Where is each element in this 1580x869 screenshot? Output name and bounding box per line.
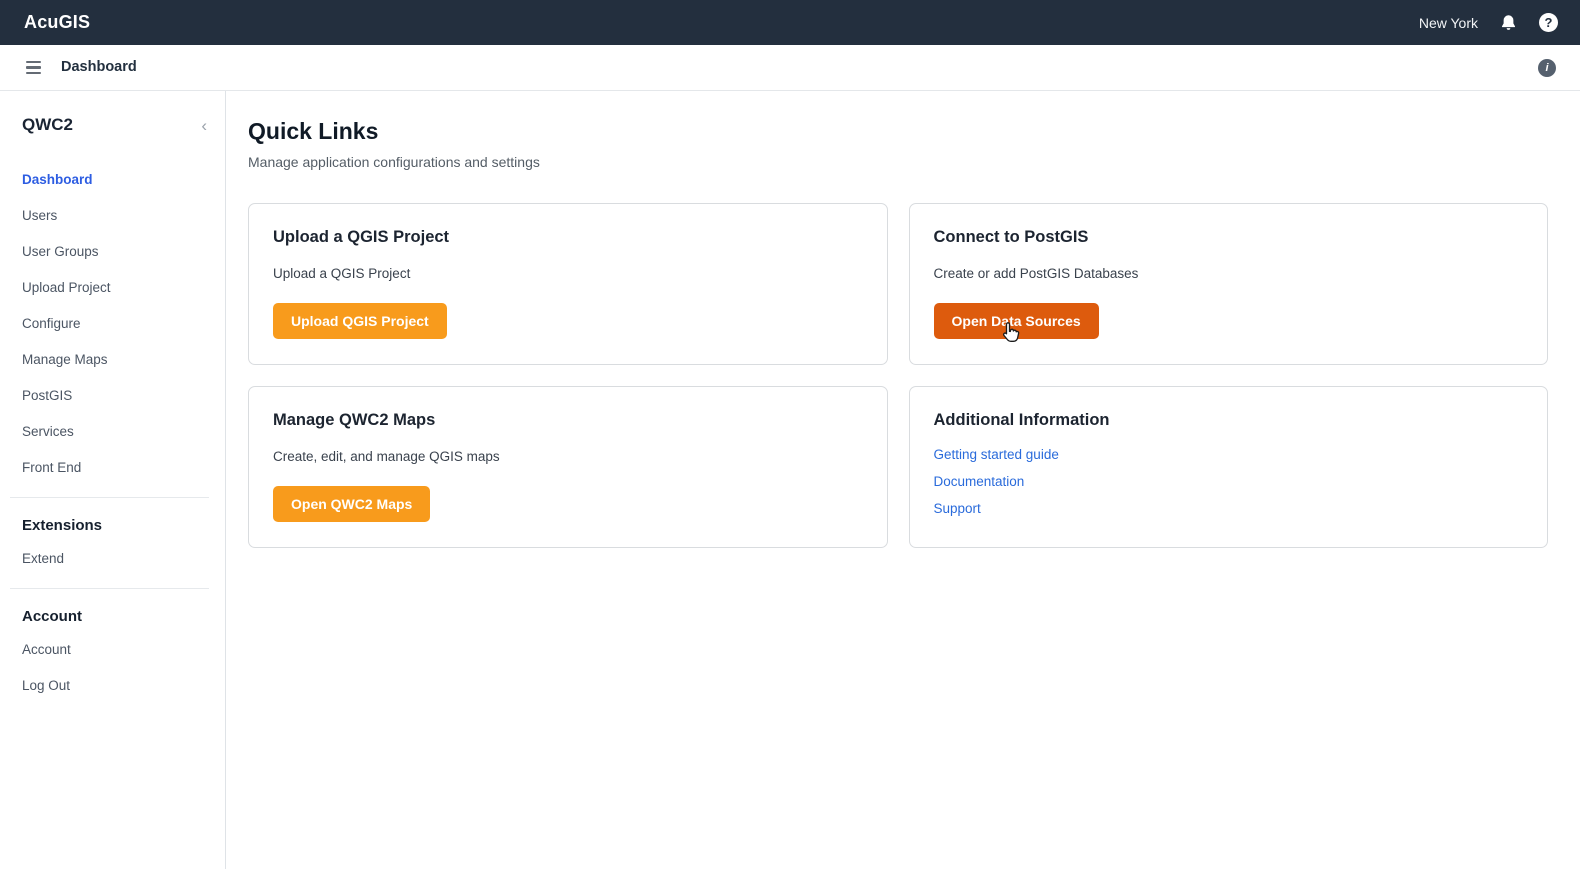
sidebar-divider <box>10 588 209 589</box>
card-description: Create or add PostGIS Databases <box>934 266 1524 281</box>
sidebar-item-upload-project[interactable]: Upload Project <box>22 269 211 305</box>
sidebar-item-user-groups[interactable]: User Groups <box>22 233 211 269</box>
getting-started-guide-link[interactable]: Getting started guide <box>934 447 1059 462</box>
documentation-link[interactable]: Documentation <box>934 474 1025 489</box>
app-logo: AcuGIS <box>24 12 90 33</box>
page-title: Quick Links <box>248 118 1548 145</box>
card-upload-qgis-project: Upload a QGIS Project Upload a QGIS Proj… <box>248 203 888 365</box>
sidebar-item-configure[interactable]: Configure <box>22 305 211 341</box>
card-title: Manage QWC2 Maps <box>273 411 863 430</box>
quick-links-grid: Upload a QGIS Project Upload a QGIS Proj… <box>248 203 1548 548</box>
sidebar-heading-extensions: Extensions <box>22 508 211 540</box>
sidebar-title: QWC2 <box>22 115 73 135</box>
secondary-toolbar: Dashboard i <box>0 45 1580 91</box>
top-navbar: AcuGIS New York ? <box>0 0 1580 45</box>
info-icon[interactable]: i <box>1538 59 1556 77</box>
open-qwc2-maps-button[interactable]: Open QWC2 Maps <box>273 486 430 522</box>
card-title: Connect to PostGIS <box>934 228 1524 247</box>
open-data-sources-button[interactable]: Open Data Sources <box>934 303 1099 339</box>
sidebar-item-users[interactable]: Users <box>22 197 211 233</box>
sidebar-item-dashboard[interactable]: Dashboard <box>22 161 211 197</box>
sidebar-divider <box>10 497 209 498</box>
card-description: Create, edit, and manage QGIS maps <box>273 449 863 464</box>
sidebar-item-services[interactable]: Services <box>22 413 211 449</box>
notifications-bell-icon[interactable] <box>1500 14 1517 32</box>
upload-qgis-project-button[interactable]: Upload QGIS Project <box>273 303 447 339</box>
card-additional-information: Additional Information Getting started g… <box>909 386 1549 548</box>
page-subtitle: Manage application configurations and se… <box>248 154 1548 170</box>
sidebar-item-account[interactable]: Account <box>22 631 211 667</box>
support-link[interactable]: Support <box>934 501 981 516</box>
sidebar-item-log-out[interactable]: Log Out <box>22 667 211 703</box>
sidebar-nav: Dashboard Users User Groups Upload Proje… <box>22 161 211 703</box>
card-connect-to-postgis: Connect to PostGIS Create or add PostGIS… <box>909 203 1549 365</box>
sidebar-item-manage-maps[interactable]: Manage Maps <box>22 341 211 377</box>
card-manage-qwc2-maps: Manage QWC2 Maps Create, edit, and manag… <box>248 386 888 548</box>
sidebar-item-postgis[interactable]: PostGIS <box>22 377 211 413</box>
help-icon[interactable]: ? <box>1539 13 1558 32</box>
card-title: Additional Information <box>934 411 1524 430</box>
sidebar: QWC2 ‹ Dashboard Users User Groups Uploa… <box>0 91 226 869</box>
sidebar-item-front-end[interactable]: Front End <box>22 449 211 485</box>
menu-toggle-icon[interactable] <box>24 57 43 78</box>
breadcrumb[interactable]: Dashboard <box>61 59 137 75</box>
region-label: New York <box>1419 15 1478 31</box>
main-content: Quick Links Manage application configura… <box>226 91 1580 869</box>
sidebar-heading-account: Account <box>22 599 211 631</box>
sidebar-item-extend[interactable]: Extend <box>22 540 211 576</box>
chevron-left-icon[interactable]: ‹ <box>197 117 211 134</box>
card-description: Upload a QGIS Project <box>273 266 863 281</box>
card-title: Upload a QGIS Project <box>273 228 863 247</box>
